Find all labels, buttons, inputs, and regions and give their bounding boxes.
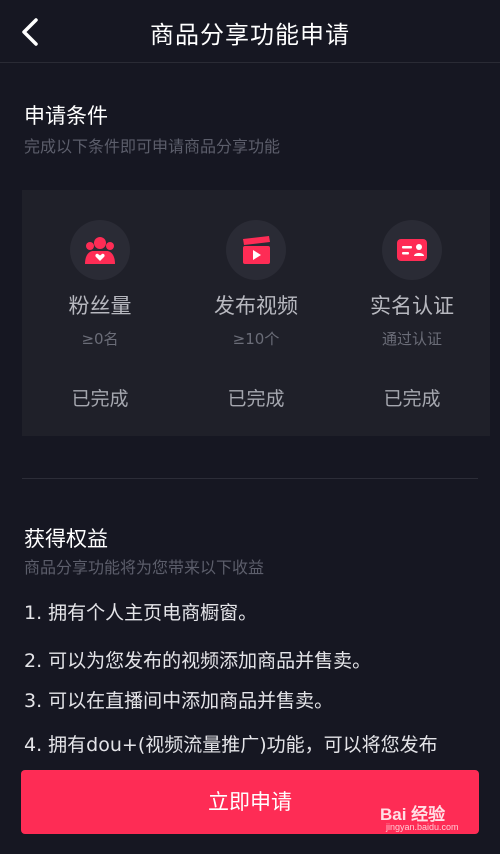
conditions-card-row: 粉丝量 ≥0名 已完成 发布视频 ≥10个 已完成 实名认证 通过认证 已完成 — [22, 190, 490, 436]
benefit-item: 2. 可以为您发布的视频添加商品并售卖。 — [24, 650, 372, 672]
condition-status: 已完成 — [71, 388, 129, 410]
condition-status: 已完成 — [383, 388, 441, 410]
nav-bar: 商品分享功能申请 — [0, 0, 500, 63]
benefits-subtitle: 商品分享功能将为您带来以下收益 — [24, 558, 265, 577]
condition-requirement: ≥0名 — [81, 330, 119, 348]
benefit-item: 1. 拥有个人主页电商橱窗。 — [24, 602, 258, 624]
baidu-jingyan-watermark: Bai 经验 jingyan.baidu.com — [380, 800, 472, 832]
condition-title: 粉丝量 — [68, 294, 132, 318]
conditions-title: 申请条件 — [24, 104, 108, 128]
condition-requirement: 通过认证 — [381, 330, 442, 348]
fans-icon — [70, 220, 130, 280]
section-divider — [22, 478, 478, 479]
condition-videos: 发布视频 ≥10个 已完成 — [178, 190, 334, 436]
benefit-item: 4. 拥有dou+(视频流量推广)功能，可以将您发布 — [24, 734, 438, 756]
conditions-subtitle: 完成以下条件即可申请商品分享功能 — [24, 137, 281, 156]
benefit-item: 3. 可以在直播间中添加商品并售卖。 — [24, 690, 334, 712]
condition-title: 实名认证 — [370, 294, 454, 318]
video-clapper-icon — [226, 220, 286, 280]
watermark-url: jingyan.baidu.com — [386, 822, 459, 832]
condition-status: 已完成 — [227, 388, 285, 410]
condition-requirement: ≥10个 — [232, 330, 280, 348]
condition-realname: 实名认证 通过认证 已完成 — [334, 190, 490, 436]
condition-title: 发布视频 — [214, 294, 298, 318]
condition-fans: 粉丝量 ≥0名 已完成 — [22, 190, 178, 436]
benefits-title: 获得权益 — [24, 527, 108, 551]
page-title: 商品分享功能申请 — [150, 21, 350, 49]
id-card-icon — [382, 220, 442, 280]
